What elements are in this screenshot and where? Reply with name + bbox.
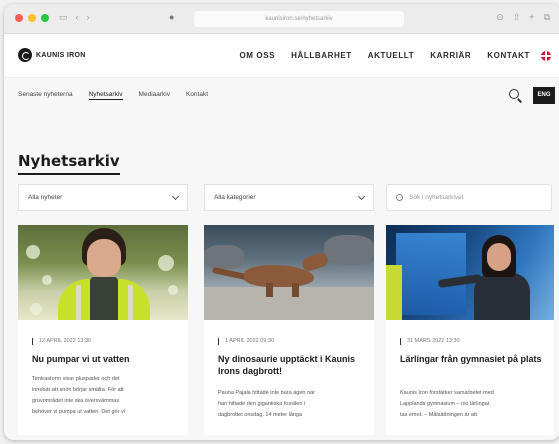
news-card-image[interactable] <box>18 225 188 320</box>
news-card-excerpt-line: tas emot. – Målsättningen är att <box>400 412 478 418</box>
zoom-window-button[interactable] <box>41 14 49 22</box>
category-filter-value: Alla kategorier <box>214 194 256 201</box>
back-icon[interactable]: ‹ <box>76 12 79 23</box>
sub-nav-items: Senaste nyheterna Nyhetsarkiv Mediaarkiv… <box>18 91 208 100</box>
toolbar-right: ⊙ ⇧ + ⧉ <box>496 12 550 23</box>
forward-icon[interactable]: › <box>87 12 90 23</box>
site-header: KAUNIS IRON OM OSS HÅLLBARHET AKTUELLT K… <box>4 34 559 78</box>
news-card-excerpt-line: han hittade den gigantiska fossilen i <box>218 401 306 407</box>
news-filter-select[interactable]: Alla nyheter <box>18 184 188 211</box>
logo-mark-icon <box>18 48 32 62</box>
news-card-title[interactable]: Nu pumpar vi ut vatten <box>32 353 182 365</box>
news-card-excerpt-line: dagbrottet onsdag. 14 meter långa <box>218 412 303 418</box>
news-card[interactable]: 31 MARS 2022 13:30 Lärlingar från gymnas… <box>386 225 554 435</box>
toolbar-left: ▭ ‹ › <box>59 12 90 23</box>
minimize-window-button[interactable] <box>28 14 36 22</box>
browser-toolbar: ▭ ‹ › ● kaunisiron.se/nyhetsarkiv ⊙ ⇧ + … <box>4 4 559 34</box>
nav-item-hallbarhet[interactable]: HÅLLBARHET <box>291 51 352 60</box>
page-title: Nyhetsarkiv <box>18 152 120 175</box>
window-controls <box>15 14 49 22</box>
logo-text: KAUNIS IRON <box>36 51 86 59</box>
nav-item-om-oss[interactable]: OM OSS <box>239 51 275 60</box>
new-tab-icon[interactable]: + <box>529 12 534 23</box>
language-button[interactable]: ENG <box>533 87 555 104</box>
news-card[interactable]: 1 APRIL 2022 09:30 Ny dinosaurie upptäck… <box>204 225 374 435</box>
privacy-shield-icon[interactable]: ● <box>169 12 174 22</box>
chevron-down-icon <box>171 192 180 201</box>
news-card-date: 12 APRIL 2022 13:30 <box>32 338 91 345</box>
news-card-excerpt-line: Pauna Pajala hittade inte bara ägen när <box>218 390 315 396</box>
sidebar-toggle-icon[interactable]: ▭ <box>59 12 68 23</box>
category-filter-select[interactable]: Alla kategorier <box>204 184 374 211</box>
subnav-item-latest[interactable]: Senaste nyheterna <box>18 91 73 100</box>
news-card-image[interactable] <box>386 225 554 320</box>
news-card-excerpt-line: Lapplands gymnasium – nio lärlingar <box>400 401 490 407</box>
tab-overview-icon[interactable]: ⧉ <box>544 12 550 23</box>
subnav-item-archive[interactable]: Nyhetsarkiv <box>88 91 123 100</box>
language-flag-icon[interactable] <box>541 51 551 61</box>
nav-item-karriar[interactable]: KARRIÄR <box>430 51 471 60</box>
chevron-down-icon <box>357 192 366 201</box>
news-card-excerpt-line: gruvområdet inte ska översvämmas <box>32 398 120 404</box>
news-card-excerpt-line: innebär att snön börjar smälta. För att <box>32 387 124 393</box>
subnav-item-contact[interactable]: Kontakt <box>186 91 208 100</box>
news-card-date: 1 APRIL 2022 09:30 <box>218 338 274 345</box>
nav-item-aktuellt[interactable]: AKTUELLT <box>368 51 414 60</box>
news-filter-value: Alla nyheter <box>28 194 63 201</box>
subnav-item-media[interactable]: Mediaarkiv <box>139 91 170 100</box>
search-button[interactable] <box>507 87 523 103</box>
news-card-excerpt-line: Kaunis Iron förstärker samarbetet med <box>400 390 494 396</box>
archive-search-placeholder: Sök i nyhetsarkivet <box>409 194 464 201</box>
news-card-date: 31 MARS 2022 13:30 <box>400 338 460 345</box>
main-nav: OM OSS HÅLLBARHET AKTUELLT KARRIÄR KONTA… <box>239 51 530 60</box>
archive-search-input[interactable]: Sök i nyhetsarkivet <box>386 184 552 211</box>
news-card-image[interactable] <box>204 225 374 320</box>
nav-item-kontakt[interactable]: KONTAKT <box>487 51 530 60</box>
address-bar[interactable]: kaunisiron.se/nyhetsarkiv <box>194 11 404 27</box>
close-window-button[interactable] <box>15 14 23 22</box>
news-card[interactable]: 12 APRIL 2022 13:30 Nu pumpar vi ut vatt… <box>18 225 188 435</box>
news-card-excerpt-line: Tentrastorm visar pluspader och det <box>32 376 120 382</box>
sub-nav: Senaste nyheterna Nyhetsarkiv Mediaarkiv… <box>4 78 559 114</box>
share-icon[interactable]: ⇧ <box>513 12 521 23</box>
search-icon <box>396 194 403 201</box>
download-icon[interactable]: ⊙ <box>496 12 504 23</box>
screen: ▭ ‹ › ● kaunisiron.se/nyhetsarkiv ⊙ ⇧ + … <box>0 0 559 444</box>
news-card-title[interactable]: Ny dinosaurie upptäckt i Kaunis Irons da… <box>218 353 368 377</box>
news-card-title[interactable]: Lärlingar från gymnasiet på plats <box>400 353 550 365</box>
site-logo[interactable]: KAUNIS IRON <box>18 48 86 62</box>
news-card-excerpt-line: behöver vi pumpa ut vatten. Det gör vi <box>32 409 125 415</box>
